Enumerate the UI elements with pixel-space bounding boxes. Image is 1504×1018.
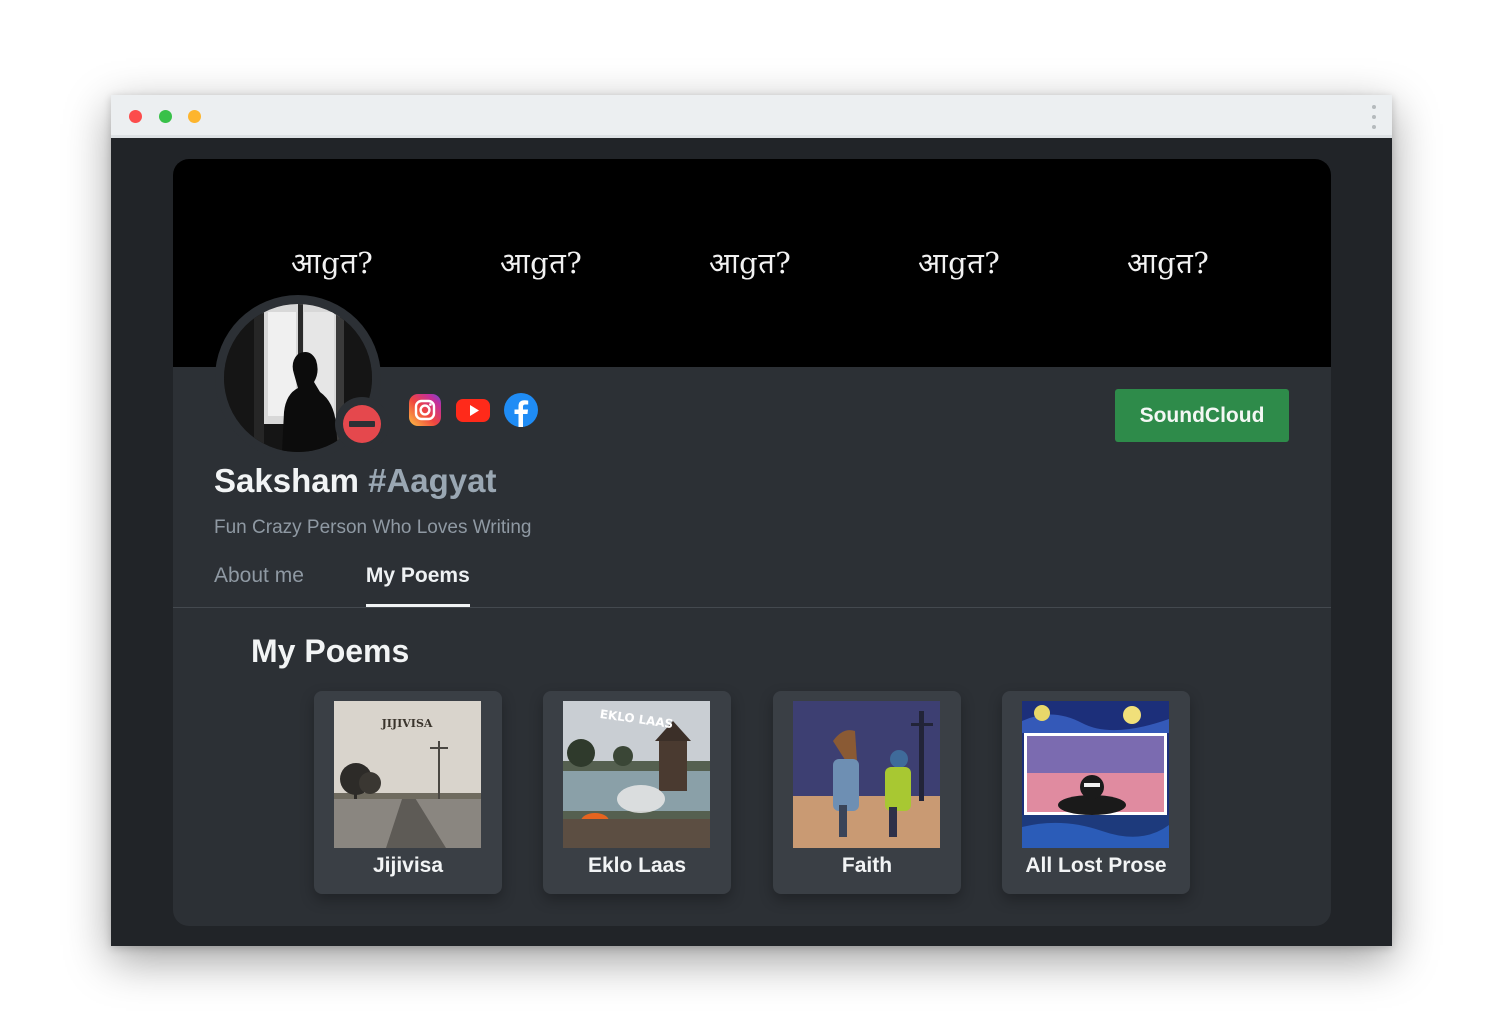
poem-card-eklo-laas[interactable]: EKLO LAAS Eklo Laas: [543, 691, 731, 894]
poem-title: Eklo Laas: [587, 854, 687, 877]
banner-word: आgत?: [1127, 246, 1210, 280]
poem-title: Faith: [841, 854, 893, 877]
profile-bio: Fun Crazy Person Who Loves Writing: [214, 517, 532, 538]
instagram-icon[interactable]: [407, 392, 443, 428]
banner-word: आgत?: [709, 246, 792, 280]
poem-cover-image: JIJIVISA: [334, 701, 481, 848]
profile-card: आgत? आgत? आgत? आgत? आgत? SoundCloud Saks…: [173, 159, 1331, 926]
poem-cover-image: EKLO LAAS: [563, 701, 710, 848]
do-not-disturb-icon: [335, 397, 389, 451]
minimize-window-dot[interactable]: [188, 110, 201, 123]
maximize-window-dot[interactable]: [159, 110, 172, 123]
banner-word: आgत?: [918, 246, 1001, 280]
profile-handle[interactable]: #Aagyat: [368, 462, 496, 499]
social-links: [407, 392, 539, 428]
more-options-icon[interactable]: [1370, 105, 1378, 129]
youtube-icon[interactable]: [455, 392, 491, 428]
profile-tabs: About me My Poems: [214, 559, 470, 609]
poem-cover-image: [793, 701, 940, 848]
tabs-divider: [173, 607, 1331, 608]
facebook-icon[interactable]: [503, 392, 539, 428]
tab-about-me[interactable]: About me: [214, 559, 304, 607]
section-title: My Poems: [251, 633, 410, 669]
poem-card-all-lost-prose[interactable]: All Lost Prose: [1002, 691, 1190, 894]
profile-name: Saksham #Aagyat: [214, 462, 497, 500]
tab-my-poems[interactable]: My Poems: [365, 559, 470, 607]
poem-cover-text: JIJIVISA: [381, 717, 433, 730]
avatar[interactable]: [215, 295, 389, 461]
poem-card-faith[interactable]: Faith: [773, 691, 961, 894]
soundcloud-button[interactable]: SoundCloud: [1115, 389, 1289, 442]
poem-title: All Lost Prose: [1025, 854, 1167, 877]
close-window-dot[interactable]: [129, 110, 142, 123]
poem-title: Jijivisa: [372, 854, 444, 877]
banner-word: आgत?: [500, 246, 583, 280]
browser-titlebar: [111, 95, 1392, 138]
profile-first-name: Saksham: [214, 462, 359, 499]
poem-cover-image: [1022, 701, 1169, 848]
browser-window: आgत? आgत? आgत? आgत? आgत? SoundCloud Saks…: [111, 95, 1392, 946]
poem-card-jijivisa[interactable]: JIJIVISA Jijivisa: [314, 691, 502, 894]
banner-word: आgत?: [291, 246, 374, 280]
page-viewport: आgत? आgत? आgत? आgत? आgत? SoundCloud Saks…: [111, 141, 1392, 946]
